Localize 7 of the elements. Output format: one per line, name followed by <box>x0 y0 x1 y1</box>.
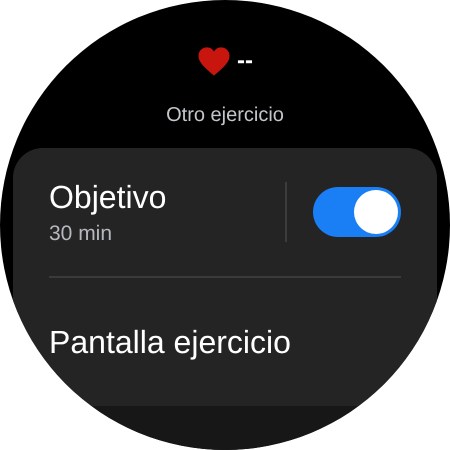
setting-label[interactable]: Objetivo <box>49 178 285 216</box>
toggle-switch[interactable] <box>313 187 401 237</box>
setting-value: 30 min <box>49 222 114 246</box>
heart-icon <box>197 46 231 76</box>
screen-title: Otro ejercicio <box>166 104 284 127</box>
setting-label[interactable]: Pantalla ejercicio <box>49 324 291 360</box>
heart-rate-value: -- <box>237 47 253 75</box>
